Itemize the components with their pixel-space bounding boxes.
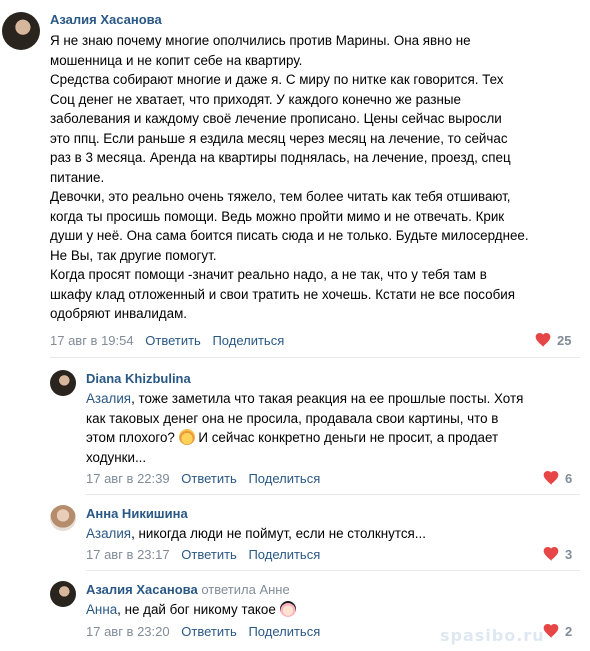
comment-meta: 17 авг в 23:17 Ответить Поделиться [86,547,328,562]
comment-text: Азалия, никогда люди не поймут, если не … [86,526,426,541]
like-button[interactable]: 3 [543,547,572,562]
reply-button[interactable]: Ответить [181,471,237,486]
like-count: 6 [565,471,573,486]
comment-date[interactable]: 17 авг в 22:39 [86,471,170,486]
comment-text: Анна, не дай бог никому такое [86,600,580,620]
reply-button[interactable]: Ответить [181,547,237,562]
comment-text: Я не знаю почему многие ополчились проти… [50,33,529,321]
like-count: 25 [557,333,572,348]
share-button[interactable]: Поделиться [212,333,284,348]
heart-icon [543,547,559,561]
like-button[interactable]: 6 [543,471,572,486]
like-count: 3 [565,547,573,562]
reply-note[interactable]: ответила Анне [201,582,289,597]
comment-meta: 17 авг в 23:20 Ответить Поделиться [86,624,328,639]
share-button[interactable]: Поделиться [248,471,320,486]
mention-link[interactable]: Азалия [86,526,131,541]
heart-icon [543,471,559,485]
avatar[interactable] [50,370,76,396]
heart-icon [535,333,551,347]
comment-meta: 17 авг в 19:54 Ответить Поделиться [50,333,292,348]
author-name[interactable]: Азалия Хасанова ответила Анне [86,582,290,597]
author-name[interactable]: Азалия Хасанова [50,12,162,27]
share-button[interactable]: Поделиться [248,547,320,562]
author-name[interactable]: Diana Khizbulina [86,371,191,386]
mention-link[interactable]: Азалия [86,391,131,406]
divider [86,570,580,571]
comment-meta: 17 авг в 22:39 Ответить Поделиться [86,471,328,486]
reply-button[interactable]: Ответить [145,333,201,348]
author-name[interactable]: Анна Никишина [86,506,188,521]
like-button[interactable]: 25 [535,333,571,348]
divider [86,494,580,495]
divider [50,357,580,358]
mention-link[interactable]: Анна [86,602,117,617]
comment-date[interactable]: 17 авг в 23:20 [86,624,170,639]
emoji-face-mask-icon [279,601,296,617]
reply-button[interactable]: Ответить [181,624,237,639]
comment-text: Азалия, тоже заметила что такая реакция … [86,391,524,465]
comment-date[interactable]: 17 авг в 23:17 [86,547,170,562]
like-button[interactable]: 2 [543,624,572,639]
avatar[interactable] [2,12,40,50]
heart-icon [543,624,559,638]
avatar[interactable] [50,581,76,607]
comment-date[interactable]: 17 авг в 19:54 [50,333,134,348]
like-count: 2 [565,624,573,639]
avatar[interactable] [50,505,76,531]
share-button[interactable]: Поделиться [248,624,320,639]
watermark: spasibo.ru [440,626,545,645]
emoji-face-icon [178,429,195,445]
